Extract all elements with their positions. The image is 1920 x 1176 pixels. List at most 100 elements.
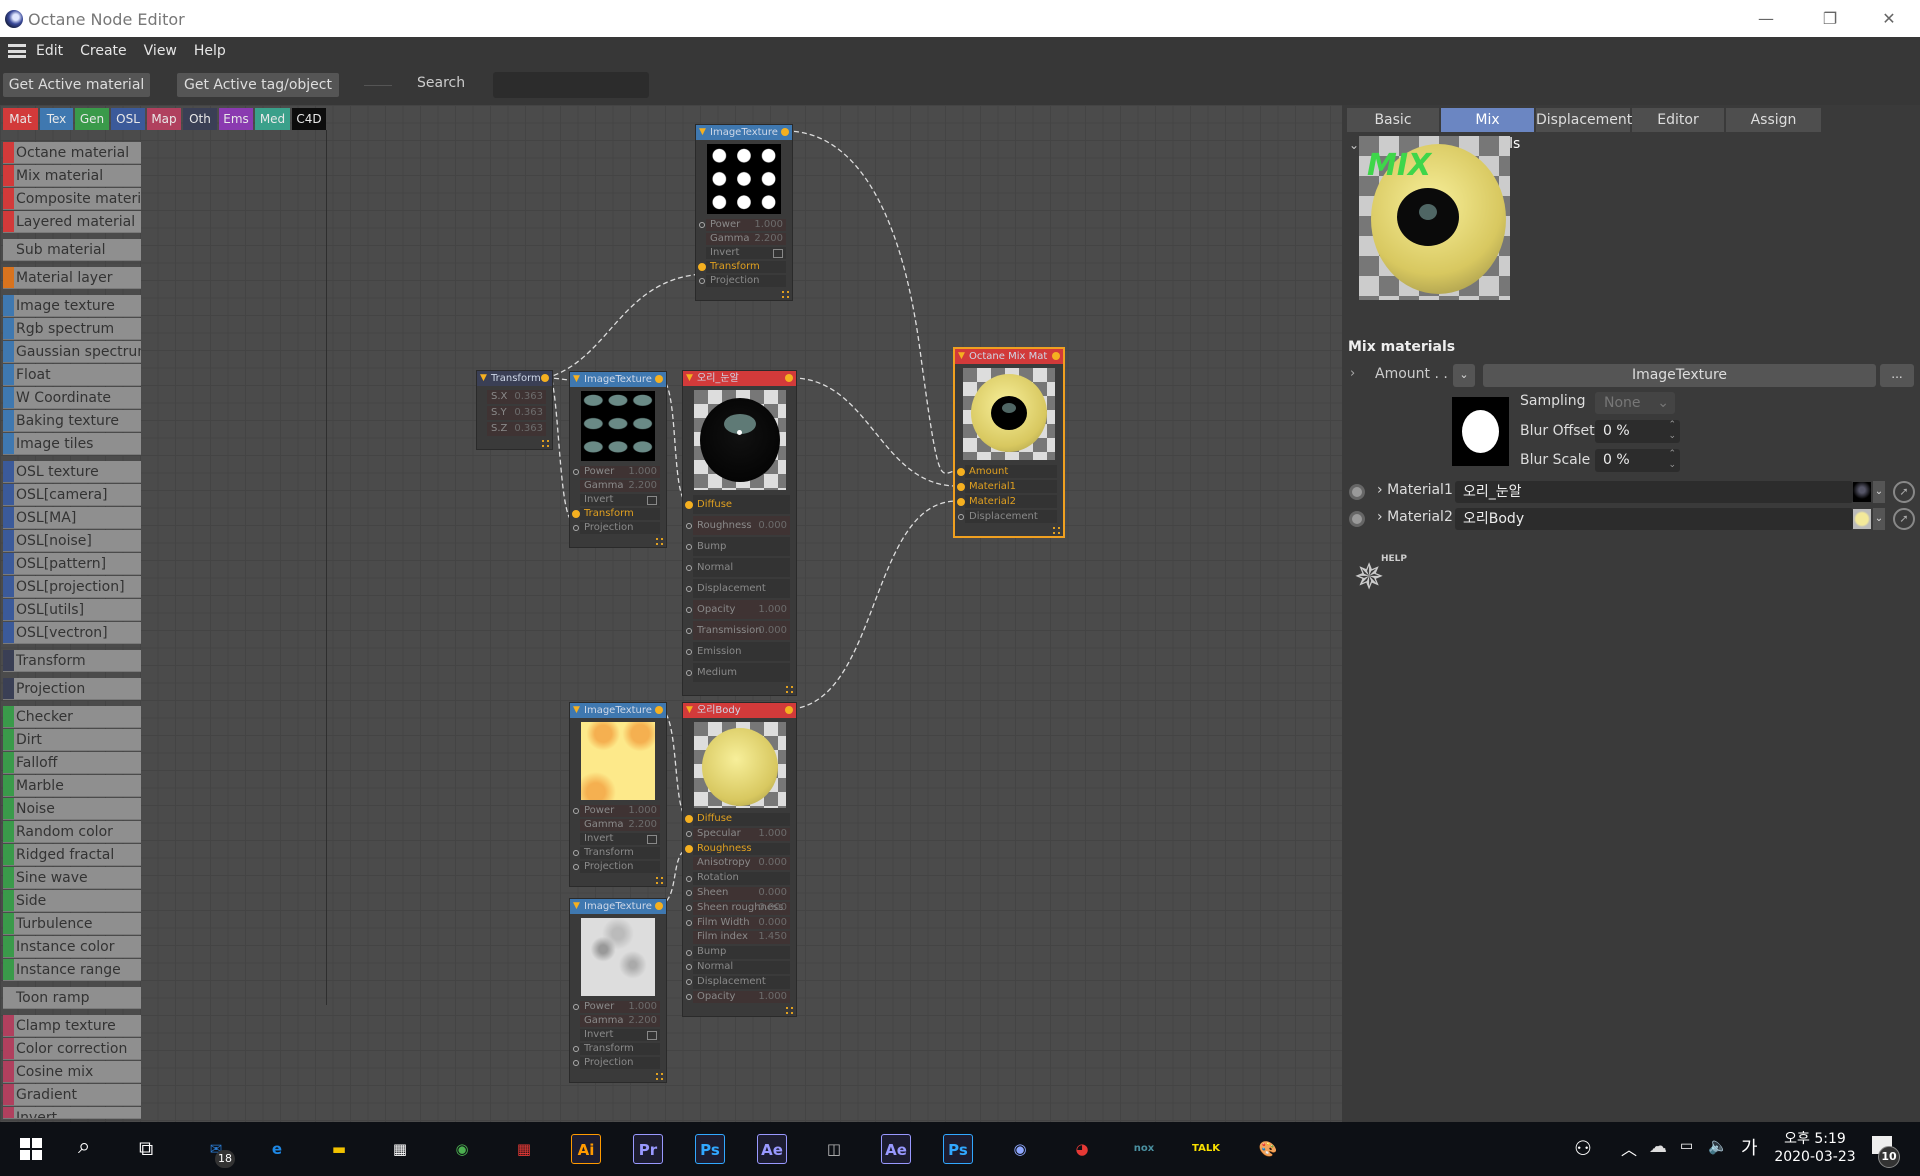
resize-handle-icon[interactable] — [656, 1073, 663, 1080]
taskbar-app-photoshop[interactable]: Ps — [695, 1134, 725, 1164]
clock-time[interactable]: 오후 5:19 — [1775, 1128, 1855, 1148]
close-button[interactable]: ✕ — [1869, 6, 1909, 32]
node-header[interactable]: ▼ ImageTexture — [570, 372, 666, 387]
input-port[interactable] — [573, 1004, 579, 1010]
param-s-x[interactable]: S.X 0.363 — [477, 389, 552, 405]
palette-item-gaussian-spectrum[interactable]: Gaussian spectrum — [3, 341, 141, 363]
param-roughness[interactable]: Roughness — [683, 842, 796, 857]
amount-expand-icon[interactable]: › — [1350, 366, 1355, 381]
node-header[interactable]: ▼ 오리Body — [683, 703, 796, 718]
material2-toggle[interactable] — [1349, 511, 1365, 527]
palette-item-random-color[interactable]: Random color — [3, 821, 141, 843]
resize-handle-icon[interactable] — [542, 440, 549, 447]
param-projection[interactable]: Projection — [570, 1056, 666, 1070]
palette-item-rgb-spectrum[interactable]: Rgb spectrum — [3, 318, 141, 340]
param-value[interactable]: 1.000 — [758, 990, 787, 1005]
node-tex-yellow[interactable]: ▼ ImageTexture Power 1.000 Gamma 2.200 Invert T… — [569, 702, 667, 887]
material1-pick-icon[interactable]: ➚ — [1893, 481, 1915, 503]
minimize-button[interactable]: — — [1746, 6, 1786, 32]
input-port[interactable] — [686, 606, 692, 613]
input-port[interactable] — [686, 669, 692, 676]
input-port[interactable] — [573, 808, 579, 814]
taskbar-app-explorer[interactable]: ▬ — [324, 1134, 354, 1164]
palette-item-ridged-fractal[interactable]: Ridged fractal — [3, 844, 141, 866]
input-port[interactable] — [698, 263, 706, 271]
invert-checkbox[interactable] — [647, 1030, 657, 1040]
palette-item-mix-material[interactable]: Mix material — [3, 165, 141, 187]
palette-item-octane-material[interactable]: Octane material — [3, 142, 141, 164]
param-value[interactable]: 0.000 — [758, 620, 787, 641]
input-port[interactable] — [573, 864, 579, 870]
taskbar-app-after-effects[interactable]: Ae — [757, 1134, 787, 1164]
tab-displacement[interactable]: Displacement — [1536, 108, 1632, 132]
param-value[interactable]: 2.200 — [754, 232, 783, 246]
input-port[interactable] — [686, 979, 692, 986]
amount-more-button[interactable]: ... — [1880, 364, 1914, 387]
category-tab-gen[interactable]: Gen — [75, 108, 109, 130]
taskbar-app-map-app[interactable]: ◉ — [447, 1134, 477, 1164]
param-invert[interactable]: Invert — [570, 493, 666, 507]
input-port[interactable] — [957, 497, 965, 506]
category-tab-osl[interactable]: OSL — [111, 108, 145, 130]
collapse-triangle-icon[interactable]: ▼ — [686, 703, 693, 718]
collapse-preview-icon[interactable]: ⌄ — [1349, 138, 1359, 152]
palette-item-baking-texture[interactable]: Baking texture — [3, 410, 141, 432]
palette-item-float[interactable]: Float — [3, 364, 141, 386]
show-hidden-icons[interactable]: ︿ — [1621, 1136, 1637, 1160]
tab-mix-materials[interactable]: Mix materials — [1441, 108, 1534, 152]
param-value[interactable]: 1.000 — [628, 804, 657, 818]
taskbar-app-nox[interactable]: nox — [1129, 1134, 1159, 1164]
node-canvas[interactable] — [0, 105, 1342, 1122]
param-roughness[interactable]: Roughness 0.000 — [683, 515, 796, 536]
param-gamma[interactable]: Gamma 2.200 — [696, 232, 792, 246]
palette-item-noise[interactable]: Noise — [3, 798, 141, 820]
palette-item-side[interactable]: Side — [3, 890, 141, 912]
node-header[interactable]: ▼ ImageTexture — [696, 125, 792, 140]
category-tab-map[interactable]: Map — [147, 108, 181, 130]
category-tab-ems[interactable]: Ems — [219, 108, 253, 130]
output-port[interactable] — [655, 902, 663, 910]
output-port[interactable] — [785, 374, 793, 382]
palette-item-toon-ramp[interactable]: Toon ramp — [3, 987, 141, 1009]
palette-item-osl-vectron-[interactable]: OSL[vectron] — [3, 622, 141, 644]
category-tab-med[interactable]: Med — [255, 108, 290, 130]
taskbar-app-kakaotalk[interactable]: TALK — [1191, 1134, 1221, 1164]
param-value[interactable]: 1.000 — [758, 827, 787, 842]
restore-button[interactable]: ❐ — [1810, 6, 1850, 32]
param-displacement[interactable]: Displacement — [683, 975, 796, 990]
param-displacement[interactable]: Displacement — [955, 509, 1063, 524]
param-gamma[interactable]: Gamma 2.200 — [570, 479, 666, 493]
input-port[interactable] — [699, 222, 705, 228]
palette-item-material-layer[interactable]: Material layer — [3, 267, 141, 289]
param-sheen-roughness[interactable]: Sheen roughness 0.000 — [683, 901, 796, 916]
palette-item-invert[interactable]: Invert — [3, 1107, 141, 1119]
tab-assign[interactable]: Assign — [1726, 108, 1821, 132]
input-port[interactable] — [686, 890, 692, 897]
node-header[interactable]: ▼ ImageTexture — [570, 703, 666, 718]
collapse-triangle-icon[interactable]: ▼ — [573, 372, 580, 387]
hamburger-menu-icon[interactable] — [8, 44, 26, 58]
resize-handle-icon[interactable] — [1053, 527, 1060, 534]
palette-item-falloff[interactable]: Falloff — [3, 752, 141, 774]
node-tex-dots[interactable]: ▼ ImageTexture Power 1.000 Gamma 2.200 Invert T… — [695, 124, 793, 301]
param-invert[interactable]: Invert — [696, 246, 792, 260]
taskbar-app-store[interactable]: ▦ — [385, 1134, 415, 1164]
node-transform[interactable]: ▼ Transform S.X 0.363 S.Y 0.363 S.Z 0.363 — [476, 370, 553, 450]
get-active-material-button[interactable]: Get Active material — [3, 73, 150, 97]
param-material2[interactable]: Material2 — [955, 494, 1063, 509]
param-power[interactable]: Power 1.000 — [570, 804, 666, 818]
input-port[interactable] — [699, 278, 705, 284]
people-icon[interactable]: ⚇ — [1574, 1136, 1592, 1160]
clock-date[interactable]: 2020-03-23 — [1770, 1149, 1860, 1165]
node-mix[interactable]: ▼ Octane Mix Mat Amount Material1 Material2 D… — [953, 347, 1065, 538]
param-gamma[interactable]: Gamma 2.200 — [570, 818, 666, 832]
input-port[interactable] — [686, 564, 692, 571]
collapse-triangle-icon[interactable]: ▼ — [699, 125, 706, 140]
param-emission[interactable]: Emission — [683, 641, 796, 662]
taskbar-app-chrome[interactable]: ◕ — [1067, 1134, 1097, 1164]
node-tex-eyes[interactable]: ▼ ImageTexture Power 1.000 Gamma 2.200 Invert T… — [569, 371, 667, 548]
onedrive-icon[interactable]: ☁ — [1649, 1136, 1667, 1157]
palette-item-sine-wave[interactable]: Sine wave — [3, 867, 141, 889]
taskbar-app-paint[interactable]: 🎨 — [1253, 1134, 1283, 1164]
palette-item-gradient[interactable]: Gradient — [3, 1084, 141, 1106]
